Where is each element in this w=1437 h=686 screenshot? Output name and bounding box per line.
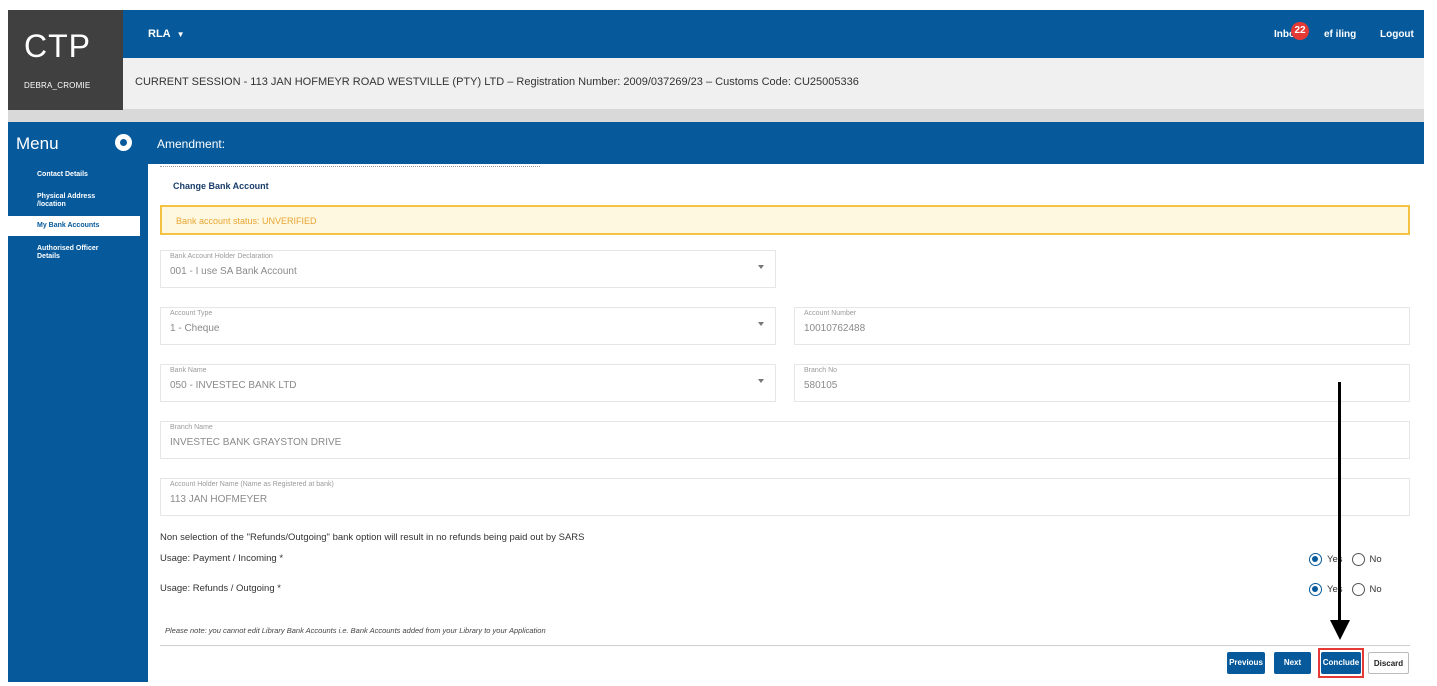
usage-refunds-no-radio[interactable] — [1351, 583, 1365, 596]
account-type-value: 1 - Cheque — [170, 323, 220, 334]
holder-declaration-label: Bank Account Holder Declaration — [170, 253, 273, 260]
branch-name-field[interactable]: Branch Name INVESTEC BANK GRAYSTON DRIVE — [160, 421, 1410, 459]
usage-refunds-no-label: No — [1369, 584, 1382, 595]
account-number-value: 10010762488 — [804, 323, 866, 334]
logo-text: CTP — [24, 28, 91, 64]
branch-name-value: INVESTEC BANK GRAYSTON DRIVE — [170, 437, 342, 448]
inbox-count-badge: 22 — [1291, 22, 1309, 40]
usage-payment-radio-group: Yes No — [1309, 553, 1391, 566]
page-title: Amendment: — [157, 137, 226, 151]
status-alert-text: Bank account status: UNVERIFIED — [176, 216, 317, 226]
divider — [8, 110, 1424, 122]
footer-divider — [160, 645, 1410, 646]
previous-button[interactable]: Previous — [1227, 652, 1265, 674]
refunds-notice: Non selection of the "Refunds/Outgoing" … — [160, 532, 585, 543]
usage-refunds-label: Usage: Refunds / Outgoing * — [160, 583, 281, 594]
annotation-arrow-head-icon — [1330, 620, 1350, 640]
account-holder-name-field[interactable]: Account Holder Name (Name as Registered … — [160, 478, 1410, 516]
usage-payment-yes-radio[interactable] — [1309, 553, 1322, 566]
username: DEBRA_CROMIE — [24, 81, 91, 90]
top-strip — [0, 0, 1437, 10]
status-alert: Bank account status: UNVERIFIED — [160, 205, 1410, 235]
dropdown-arrow-icon — [758, 265, 764, 269]
page-title-bar: Amendment: — [148, 122, 1424, 164]
menu-header: Menu — [8, 122, 148, 164]
discard-button[interactable]: Discard — [1368, 652, 1409, 674]
account-type-label: Account Type — [170, 310, 213, 317]
top-header: RLA ▼ Inbo 22 ef iling Logout — [123, 10, 1424, 58]
next-button[interactable]: Next — [1274, 652, 1311, 674]
conclude-highlight-box — [1318, 648, 1364, 678]
account-number-field[interactable]: Account Number 10010762488 — [794, 307, 1410, 345]
app-window: CTP DEBRA_CROMIE RLA ▼ Inbo 22 ef iling L… — [0, 0, 1437, 686]
dropdown-arrow-icon — [758, 322, 764, 326]
usage-refunds-radio-group: Yes No — [1309, 583, 1391, 596]
holder-declaration-select[interactable]: Bank Account Holder Declaration 001 - I … — [160, 250, 776, 288]
menu-title: Menu — [16, 134, 59, 153]
sidebar-item-my-bank-accounts[interactable]: My Bank Accounts — [0, 216, 140, 236]
logout-link[interactable]: Logout — [1380, 29, 1414, 40]
usage-payment-no-radio[interactable] — [1351, 553, 1365, 566]
sidebar-item-authorised-officer[interactable]: Authorised Officer Details — [0, 245, 120, 263]
session-text: CURRENT SESSION - 113 JAN HOFMEYR ROAD W… — [135, 76, 859, 88]
section-title: Change Bank Account — [173, 181, 269, 191]
bank-name-select[interactable]: Bank Name 050 - INVESTEC BANK LTD — [160, 364, 776, 402]
holder-declaration-value: 001 - I use SA Bank Account — [170, 266, 297, 277]
role-dropdown[interactable]: RLA ▼ — [148, 28, 185, 40]
session-bar: CURRENT SESSION - 113 JAN HOFMEYR ROAD W… — [123, 58, 1424, 110]
branch-no-value: 580105 — [804, 380, 838, 391]
annotation-arrow-icon — [1338, 382, 1341, 622]
branch-no-label: Branch No — [804, 367, 838, 374]
sidebar-item-contact-details[interactable]: Contact Details — [0, 171, 140, 183]
sidebar — [8, 164, 148, 682]
account-holder-name-label: Account Holder Name (Name as Registered … — [170, 481, 334, 488]
library-note: Please note: you cannot edit Library Ban… — [165, 626, 546, 635]
bank-name-label: Bank Name — [170, 367, 207, 374]
sidebar-item-physical-address[interactable]: Physical Address /location — [0, 193, 120, 211]
account-type-select[interactable]: Account Type 1 - Cheque — [160, 307, 776, 345]
branch-no-field[interactable]: Branch No 580105 — [794, 364, 1410, 402]
scrolled-edge — [160, 164, 540, 167]
branch-name-label: Branch Name — [170, 424, 213, 431]
bank-name-value: 050 - INVESTEC BANK LTD — [170, 380, 297, 391]
logo-block: CTP DEBRA_CROMIE — [8, 10, 123, 110]
dropdown-arrow-icon — [758, 379, 764, 383]
usage-payment-label: Usage: Payment / Incoming * — [160, 553, 284, 564]
efiling-link[interactable]: ef iling — [1324, 29, 1356, 40]
account-holder-name-value: 113 JAN HOFMEYER — [170, 494, 268, 505]
role-label: RLA — [148, 28, 171, 40]
account-number-label: Account Number — [804, 310, 857, 317]
usage-payment-no-label: No — [1369, 554, 1382, 565]
menu-toggle-icon[interactable] — [115, 134, 132, 151]
usage-refunds-yes-radio[interactable] — [1309, 583, 1322, 596]
caret-down-icon: ▼ — [176, 30, 185, 39]
